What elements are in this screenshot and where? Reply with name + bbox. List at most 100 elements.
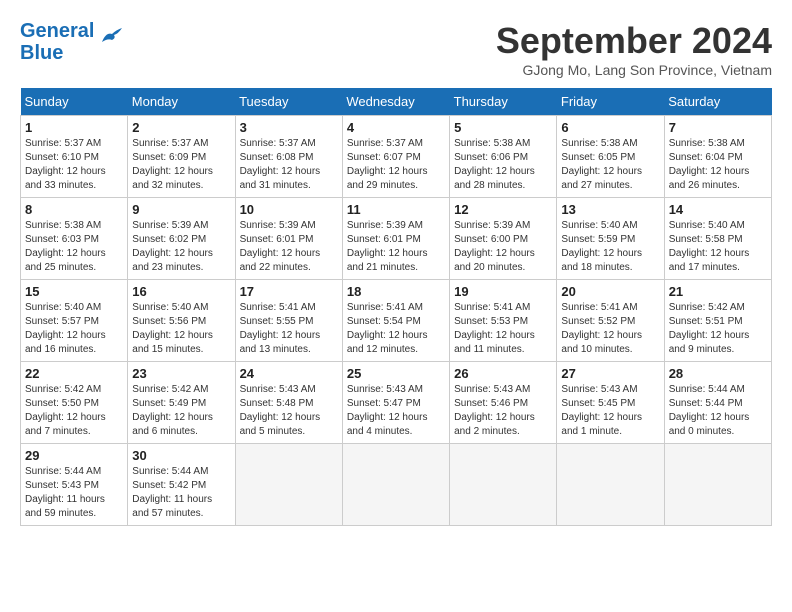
day-number: 16 [132, 284, 230, 299]
day-info: Sunrise: 5:40 AM Sunset: 5:59 PM Dayligh… [561, 219, 659, 275]
day-info: Sunrise: 5:38 AM Sunset: 6:04 PM Dayligh… [669, 137, 767, 193]
day-info: Sunrise: 5:42 AM Sunset: 5:49 PM Dayligh… [132, 383, 230, 439]
day-info: Sunrise: 5:39 AM Sunset: 6:01 PM Dayligh… [240, 219, 338, 275]
day-number: 21 [669, 284, 767, 299]
calendar-cell: 8 Sunrise: 5:38 AM Sunset: 6:03 PM Dayli… [21, 198, 128, 280]
day-info: Sunrise: 5:39 AM Sunset: 6:02 PM Dayligh… [132, 219, 230, 275]
day-number: 5 [454, 120, 552, 135]
calendar-cell: 3 Sunrise: 5:37 AM Sunset: 6:08 PM Dayli… [235, 116, 342, 198]
day-info: Sunrise: 5:39 AM Sunset: 6:01 PM Dayligh… [347, 219, 445, 275]
calendar-cell: 23 Sunrise: 5:42 AM Sunset: 5:49 PM Dayl… [128, 362, 235, 444]
day-number: 29 [25, 448, 123, 463]
calendar-cell: 21 Sunrise: 5:42 AM Sunset: 5:51 PM Dayl… [664, 280, 771, 362]
calendar-cell: 28 Sunrise: 5:44 AM Sunset: 5:44 PM Dayl… [664, 362, 771, 444]
calendar-week-row: 1 Sunrise: 5:37 AM Sunset: 6:10 PM Dayli… [21, 116, 772, 198]
header-friday: Friday [557, 88, 664, 116]
day-number: 30 [132, 448, 230, 463]
day-number: 27 [561, 366, 659, 381]
day-info: Sunrise: 5:38 AM Sunset: 6:06 PM Dayligh… [454, 137, 552, 193]
day-number: 15 [25, 284, 123, 299]
logo-blue: Blue [20, 42, 63, 64]
day-info: Sunrise: 5:42 AM Sunset: 5:51 PM Dayligh… [669, 301, 767, 357]
day-number: 4 [347, 120, 445, 135]
calendar-week-row: 29 Sunrise: 5:44 AM Sunset: 5:43 PM Dayl… [21, 444, 772, 526]
day-info: Sunrise: 5:38 AM Sunset: 6:03 PM Dayligh… [25, 219, 123, 275]
calendar-cell: 10 Sunrise: 5:39 AM Sunset: 6:01 PM Dayl… [235, 198, 342, 280]
day-info: Sunrise: 5:40 AM Sunset: 5:57 PM Dayligh… [25, 301, 123, 357]
location-label: GJong Mo, Lang Son Province, Vietnam [496, 62, 772, 78]
day-number: 2 [132, 120, 230, 135]
calendar-header-row: SundayMondayTuesdayWednesdayThursdayFrid… [21, 88, 772, 116]
day-info: Sunrise: 5:41 AM Sunset: 5:54 PM Dayligh… [347, 301, 445, 357]
calendar-cell: 27 Sunrise: 5:43 AM Sunset: 5:45 PM Dayl… [557, 362, 664, 444]
day-info: Sunrise: 5:41 AM Sunset: 5:52 PM Dayligh… [561, 301, 659, 357]
calendar-cell: 14 Sunrise: 5:40 AM Sunset: 5:58 PM Dayl… [664, 198, 771, 280]
day-info: Sunrise: 5:39 AM Sunset: 6:00 PM Dayligh… [454, 219, 552, 275]
day-number: 22 [25, 366, 123, 381]
day-number: 12 [454, 202, 552, 217]
day-number: 1 [25, 120, 123, 135]
calendar-cell: 19 Sunrise: 5:41 AM Sunset: 5:53 PM Dayl… [450, 280, 557, 362]
day-info: Sunrise: 5:43 AM Sunset: 5:46 PM Dayligh… [454, 383, 552, 439]
calendar-cell: 2 Sunrise: 5:37 AM Sunset: 6:09 PM Dayli… [128, 116, 235, 198]
day-number: 11 [347, 202, 445, 217]
logo-general: General [20, 20, 94, 42]
day-number: 20 [561, 284, 659, 299]
day-number: 26 [454, 366, 552, 381]
calendar-cell [235, 444, 342, 526]
day-number: 14 [669, 202, 767, 217]
calendar-week-row: 22 Sunrise: 5:42 AM Sunset: 5:50 PM Dayl… [21, 362, 772, 444]
day-number: 18 [347, 284, 445, 299]
title-section: September 2024 GJong Mo, Lang Son Provin… [496, 20, 772, 78]
header: General Blue September 2024 GJong Mo, La… [20, 20, 772, 78]
day-info: Sunrise: 5:44 AM Sunset: 5:44 PM Dayligh… [669, 383, 767, 439]
day-info: Sunrise: 5:38 AM Sunset: 6:05 PM Dayligh… [561, 137, 659, 193]
day-info: Sunrise: 5:44 AM Sunset: 5:42 PM Dayligh… [132, 465, 230, 521]
header-monday: Monday [128, 88, 235, 116]
day-number: 8 [25, 202, 123, 217]
day-info: Sunrise: 5:43 AM Sunset: 5:47 PM Dayligh… [347, 383, 445, 439]
calendar-cell: 24 Sunrise: 5:43 AM Sunset: 5:48 PM Dayl… [235, 362, 342, 444]
calendar-cell: 22 Sunrise: 5:42 AM Sunset: 5:50 PM Dayl… [21, 362, 128, 444]
header-sunday: Sunday [21, 88, 128, 116]
calendar-cell: 4 Sunrise: 5:37 AM Sunset: 6:07 PM Dayli… [342, 116, 449, 198]
calendar-cell: 13 Sunrise: 5:40 AM Sunset: 5:59 PM Dayl… [557, 198, 664, 280]
month-year-title: September 2024 [496, 20, 772, 62]
calendar-cell: 15 Sunrise: 5:40 AM Sunset: 5:57 PM Dayl… [21, 280, 128, 362]
day-number: 28 [669, 366, 767, 381]
day-info: Sunrise: 5:43 AM Sunset: 5:48 PM Dayligh… [240, 383, 338, 439]
day-number: 19 [454, 284, 552, 299]
header-tuesday: Tuesday [235, 88, 342, 116]
day-info: Sunrise: 5:44 AM Sunset: 5:43 PM Dayligh… [25, 465, 123, 521]
calendar-cell: 1 Sunrise: 5:37 AM Sunset: 6:10 PM Dayli… [21, 116, 128, 198]
calendar-cell [557, 444, 664, 526]
day-info: Sunrise: 5:43 AM Sunset: 5:45 PM Dayligh… [561, 383, 659, 439]
logo: General Blue [20, 20, 126, 64]
day-number: 23 [132, 366, 230, 381]
day-info: Sunrise: 5:40 AM Sunset: 5:58 PM Dayligh… [669, 219, 767, 275]
calendar-cell: 29 Sunrise: 5:44 AM Sunset: 5:43 PM Dayl… [21, 444, 128, 526]
calendar-cell: 9 Sunrise: 5:39 AM Sunset: 6:02 PM Dayli… [128, 198, 235, 280]
calendar-cell [450, 444, 557, 526]
calendar-cell: 11 Sunrise: 5:39 AM Sunset: 6:01 PM Dayl… [342, 198, 449, 280]
calendar-cell [342, 444, 449, 526]
calendar-table: SundayMondayTuesdayWednesdayThursdayFrid… [20, 88, 772, 526]
day-number: 17 [240, 284, 338, 299]
calendar-cell: 20 Sunrise: 5:41 AM Sunset: 5:52 PM Dayl… [557, 280, 664, 362]
calendar-cell: 26 Sunrise: 5:43 AM Sunset: 5:46 PM Dayl… [450, 362, 557, 444]
header-saturday: Saturday [664, 88, 771, 116]
calendar-cell: 18 Sunrise: 5:41 AM Sunset: 5:54 PM Dayl… [342, 280, 449, 362]
day-number: 24 [240, 366, 338, 381]
day-number: 13 [561, 202, 659, 217]
calendar-cell: 5 Sunrise: 5:38 AM Sunset: 6:06 PM Dayli… [450, 116, 557, 198]
calendar-cell: 17 Sunrise: 5:41 AM Sunset: 5:55 PM Dayl… [235, 280, 342, 362]
day-info: Sunrise: 5:41 AM Sunset: 5:53 PM Dayligh… [454, 301, 552, 357]
day-number: 3 [240, 120, 338, 135]
calendar-cell: 12 Sunrise: 5:39 AM Sunset: 6:00 PM Dayl… [450, 198, 557, 280]
day-info: Sunrise: 5:37 AM Sunset: 6:10 PM Dayligh… [25, 137, 123, 193]
calendar-week-row: 15 Sunrise: 5:40 AM Sunset: 5:57 PM Dayl… [21, 280, 772, 362]
day-info: Sunrise: 5:37 AM Sunset: 6:08 PM Dayligh… [240, 137, 338, 193]
day-info: Sunrise: 5:42 AM Sunset: 5:50 PM Dayligh… [25, 383, 123, 439]
day-number: 6 [561, 120, 659, 135]
calendar-cell: 25 Sunrise: 5:43 AM Sunset: 5:47 PM Dayl… [342, 362, 449, 444]
